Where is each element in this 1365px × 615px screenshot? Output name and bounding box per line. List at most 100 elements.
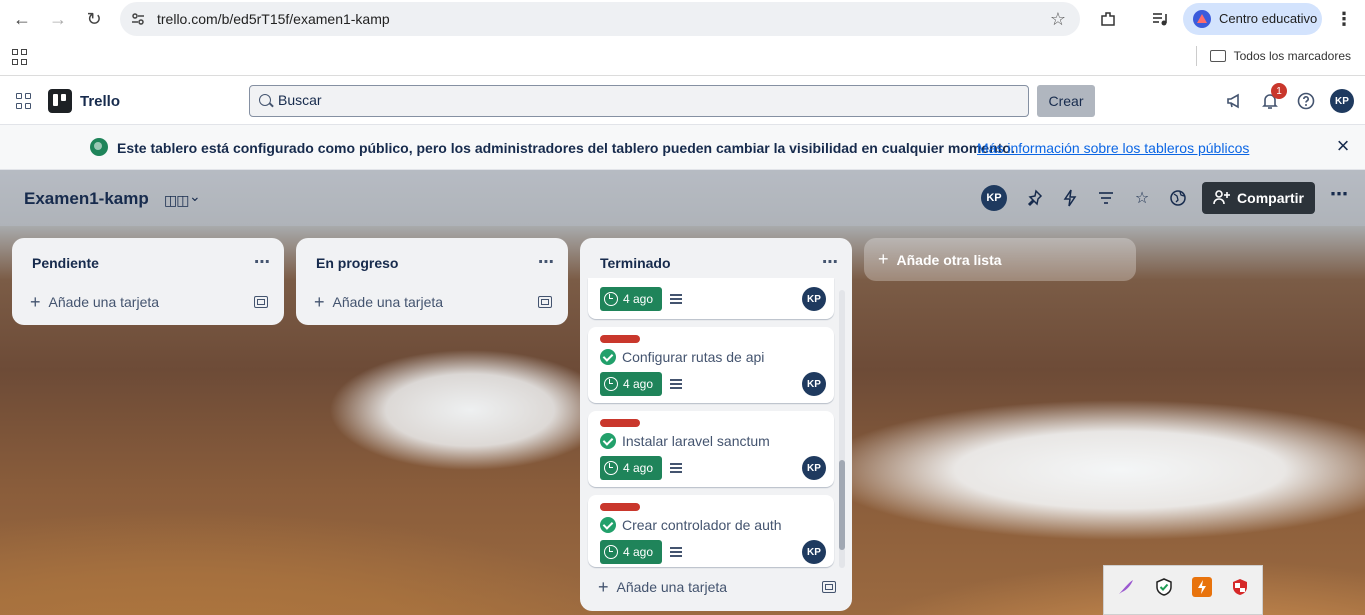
description-icon (670, 294, 682, 304)
add-card-button[interactable]: + Añade una tarjeta (592, 571, 812, 603)
board-title[interactable]: Examen1-kamp (24, 189, 149, 209)
search-field[interactable] (249, 85, 1029, 117)
reload-icon[interactable]: ↻ (83, 8, 105, 30)
add-card-button[interactable]: + Añade una tarjeta (24, 286, 244, 318)
user-avatar[interactable]: KP (1330, 89, 1354, 113)
power-ups-icon[interactable] (1024, 188, 1044, 208)
public-boards-info-link[interactable]: Más información sobre los tableros públi… (977, 140, 1249, 156)
add-list-button[interactable]: + Añade otra lista (864, 238, 1136, 281)
list-menu-icon[interactable]: ⋯ (822, 252, 838, 272)
star-icon[interactable]: ☆ (1132, 188, 1152, 208)
card-template-icon[interactable] (254, 296, 268, 308)
scrollbar-thumb[interactable] (839, 460, 845, 550)
add-card-label: Añade una tarjeta (332, 294, 444, 310)
automation-icon[interactable] (1060, 188, 1080, 208)
due-date-text: 4 ago (623, 545, 654, 559)
list-menu-icon[interactable]: ⋯ (254, 252, 270, 272)
due-date-text: 4 ago (623, 292, 654, 306)
description-icon (670, 463, 682, 473)
profile-avatar-icon (1193, 10, 1211, 28)
plus-icon: + (314, 291, 325, 312)
all-bookmarks-button[interactable]: Todos los marcadores (1209, 49, 1351, 63)
media-control-icon[interactable] (1150, 9, 1170, 29)
due-date-badge[interactable]: 4 ago (600, 287, 662, 311)
address-bar[interactable]: trello.com/b/ed5rT15f/examen1-kamp ☆ (120, 2, 1080, 36)
list-title[interactable]: Pendiente (32, 255, 99, 271)
clock-icon (604, 545, 618, 559)
board-member-avatar[interactable]: KP (981, 185, 1007, 211)
browser-toolbar: ← → ↻ trello.com/b/ed5rT15f/examen1-kamp… (0, 0, 1365, 38)
trello-logo[interactable]: Trello (48, 89, 120, 113)
list-terminado: Terminado ⋯ 4 ago KP Configurar rutas de… (580, 238, 852, 611)
trello-logo-icon (48, 89, 72, 113)
card-label-red[interactable] (600, 419, 640, 427)
board-view-icon[interactable]: ◫◫ (164, 192, 189, 209)
profile-button[interactable]: Centro educativo (1183, 3, 1322, 35)
card-label-red[interactable] (600, 335, 640, 343)
extensions-icon[interactable] (1098, 9, 1118, 29)
megaphone-icon[interactable] (1224, 91, 1244, 111)
search-icon (259, 94, 271, 106)
card-template-icon[interactable] (538, 296, 552, 308)
list-en-progreso: En progreso ⋯ + Añade una tarjeta (296, 238, 568, 325)
back-arrow-icon[interactable]: ← (11, 8, 33, 30)
list-title[interactable]: Terminado (600, 255, 671, 271)
create-button[interactable]: Crear (1037, 85, 1095, 117)
chevron-down-icon[interactable]: ⌄ (189, 188, 201, 205)
globe-icon (90, 138, 108, 156)
app-switcher-icon[interactable] (16, 93, 32, 109)
search-input[interactable] (278, 92, 978, 108)
card-title-row: Crear controlador de auth (600, 517, 782, 533)
trello-header: Trello Crear 1 KP (0, 77, 1365, 125)
filter-icon[interactable] (1096, 188, 1116, 208)
card[interactable]: Configurar rutas de api 4 ago KP (588, 327, 834, 403)
share-button[interactable]: Compartir (1202, 182, 1315, 214)
apps-grid-icon[interactable] (12, 49, 28, 65)
url-text: trello.com/b/ed5rT15f/examen1-kamp (157, 11, 390, 27)
help-icon[interactable] (1296, 91, 1316, 111)
browser-menu-icon[interactable]: ⋮ (1334, 9, 1354, 29)
card-label-red[interactable] (600, 503, 640, 511)
card-member-avatar[interactable]: KP (802, 372, 826, 396)
site-settings-icon[interactable] (130, 11, 146, 27)
list-title[interactable]: En progreso (316, 255, 398, 271)
card-template-icon[interactable] (822, 581, 836, 593)
add-card-label: Añade una tarjeta (48, 294, 160, 310)
card[interactable]: Instalar laravel sanctum 4 ago KP (588, 411, 834, 487)
bookmarks-divider (1196, 46, 1197, 66)
security-shield-icon[interactable] (1154, 577, 1174, 597)
completed-check-icon[interactable] (600, 517, 616, 533)
all-bookmarks-label: Todos los marcadores (1233, 49, 1351, 63)
list-pendiente: Pendiente ⋯ + Añade una tarjeta (12, 238, 284, 325)
feather-app-icon[interactable] (1116, 577, 1136, 597)
power-app-icon[interactable] (1192, 577, 1212, 597)
description-icon (670, 547, 682, 557)
completed-check-icon[interactable] (600, 349, 616, 365)
due-date-badge[interactable]: 4 ago (600, 372, 662, 396)
card-member-avatar[interactable]: KP (802, 287, 826, 311)
profile-label: Centro educativo (1219, 11, 1318, 26)
visibility-globe-icon[interactable] (1168, 188, 1188, 208)
card-title-row: Configurar rutas de api (600, 349, 764, 365)
completed-check-icon[interactable] (600, 433, 616, 449)
card-member-avatar[interactable]: KP (802, 540, 826, 564)
board-menu-icon[interactable]: ⋯ (1328, 185, 1350, 208)
forward-arrow-icon[interactable]: → (47, 8, 69, 30)
list-menu-icon[interactable]: ⋯ (538, 252, 554, 272)
due-date-badge[interactable]: 4 ago (600, 540, 662, 564)
close-icon[interactable]: × (1333, 135, 1353, 157)
add-card-button[interactable]: + Añade una tarjeta (308, 286, 528, 318)
plus-icon: + (30, 291, 41, 312)
card-title: Instalar laravel sanctum (622, 433, 770, 449)
bookmark-star-icon[interactable]: ☆ (1050, 9, 1066, 30)
card-member-avatar[interactable]: KP (802, 456, 826, 480)
card[interactable]: Crear controlador de auth 4 ago KP (588, 495, 834, 567)
card-title-row: Instalar laravel sanctum (600, 433, 770, 449)
due-date-badge[interactable]: 4 ago (600, 456, 662, 480)
antivirus-shield-icon[interactable] (1230, 577, 1250, 597)
trello-brand-text: Trello (80, 92, 121, 110)
list-scrollbar[interactable] (839, 290, 845, 568)
plus-icon: + (878, 249, 889, 269)
card[interactable]: 4 ago KP (588, 278, 834, 319)
folder-icon (1209, 50, 1226, 62)
